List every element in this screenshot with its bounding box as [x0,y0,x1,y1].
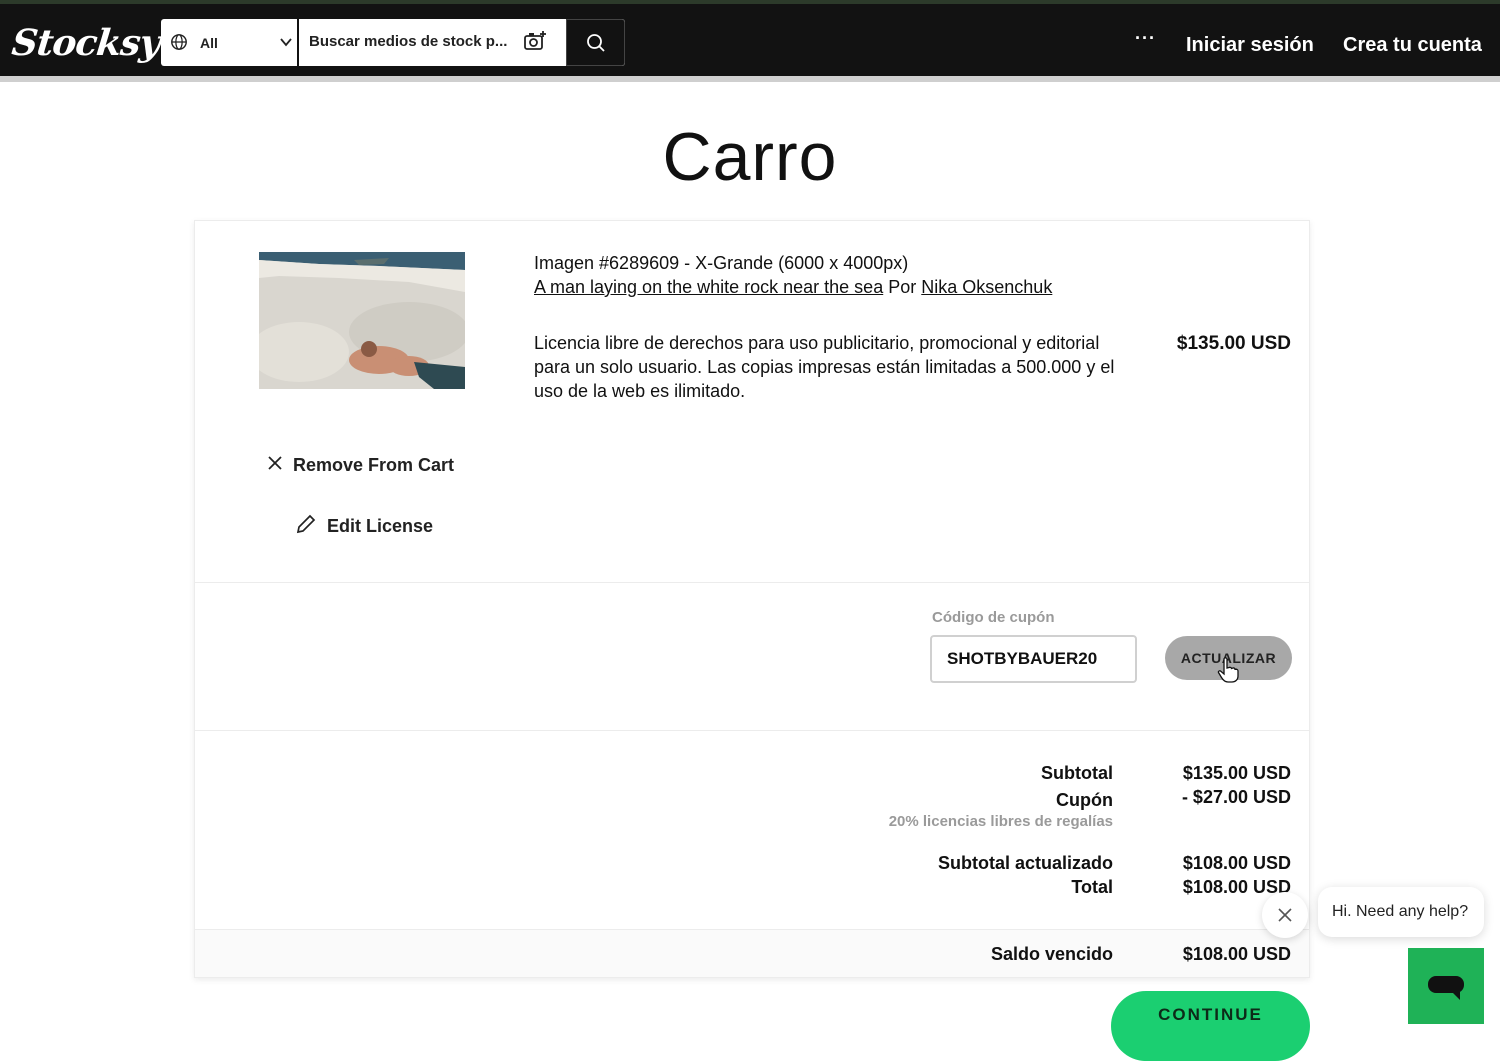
coupon-discount-value: - $27.00 USD [1181,787,1291,807]
search-input[interactable]: Buscar medios de stock p... [309,33,524,50]
subtotal-value: $135.00 USD [1182,763,1291,783]
camera-search-icon[interactable] [523,29,547,53]
coupon-discount-note: 20% licencias libres de regalías [888,813,1113,830]
signup-link[interactable]: Crea tu cuenta [1343,34,1482,57]
divider [195,730,1309,731]
image-title-link[interactable]: A man laying on the white rock near the … [534,277,883,297]
help-message-bubble[interactable]: Hi. Need any help? [1318,887,1484,937]
total-label: Total [1071,877,1113,897]
item-price: $135.00 USD [1176,333,1291,354]
cart-item-links: A man laying on the white rock near the … [534,277,1052,298]
chat-icon [1428,976,1464,1000]
edit-license-button[interactable]: Edit License [295,513,433,537]
coupon-code-input[interactable] [930,635,1137,683]
remove-label: Remove From Cart [293,455,455,475]
stocksy-logo[interactable]: Stocksy [10,22,162,64]
updated-subtotal-value: $108.00 USD [1182,853,1291,873]
pencil-icon [296,514,316,534]
total-value: $108.00 USD [1182,877,1291,897]
search-filter-dropdown[interactable]: All [161,19,299,66]
cart-item-title: Imagen #6289609 - X-Grande (6000 x 4000p… [534,253,909,273]
continue-button[interactable]: CONTINUE [1111,991,1310,1061]
balance-due-value: $108.00 USD [1182,944,1291,964]
thumbnail-image [259,252,465,389]
login-link[interactable]: Iniciar sesión [1186,34,1314,57]
by-label: Por [888,277,917,297]
page-title: Carro [662,119,838,195]
coupon-discount-label: Cupón [1056,790,1113,810]
close-help-button[interactable] [1262,892,1308,938]
coupon-label: Código de cupón [932,609,1055,626]
balance-due-label: Saldo vencido [990,944,1113,964]
license-description: Licencia libre de derechos para uso publ… [534,333,1115,401]
cart-item-thumbnail[interactable] [259,252,465,389]
search-icon [587,34,605,52]
remove-from-cart-button[interactable]: Remove From Cart [267,455,454,476]
search-filter-label: All [200,35,218,51]
chat-launcher-button[interactable] [1408,948,1484,1024]
divider [195,582,1309,583]
more-menu-button[interactable]: ··· [1135,28,1156,49]
balance-due-bar: Saldo vencido $108.00 USD [195,929,1309,977]
top-navbar: Stocksy All Buscar medios de stock p... … [0,4,1500,76]
updated-subtotal-label: Subtotal actualizado [937,853,1113,873]
navbar-bottom-border [0,76,1500,82]
close-icon [268,456,282,470]
hand-cursor-icon [1217,657,1239,683]
search-bar: All Buscar medios de stock p... [161,19,625,66]
author-link[interactable]: Nika Oksenchuk [921,277,1052,297]
edit-label: Edit License [327,516,434,536]
chevron-down-icon [280,38,292,47]
subtotal-label: Subtotal [1041,763,1113,783]
globe-icon [171,34,187,50]
search-button[interactable] [566,19,625,66]
cart-card: Imagen #6289609 - X-Grande (6000 x 4000p… [194,220,1310,978]
close-icon [1278,908,1292,922]
